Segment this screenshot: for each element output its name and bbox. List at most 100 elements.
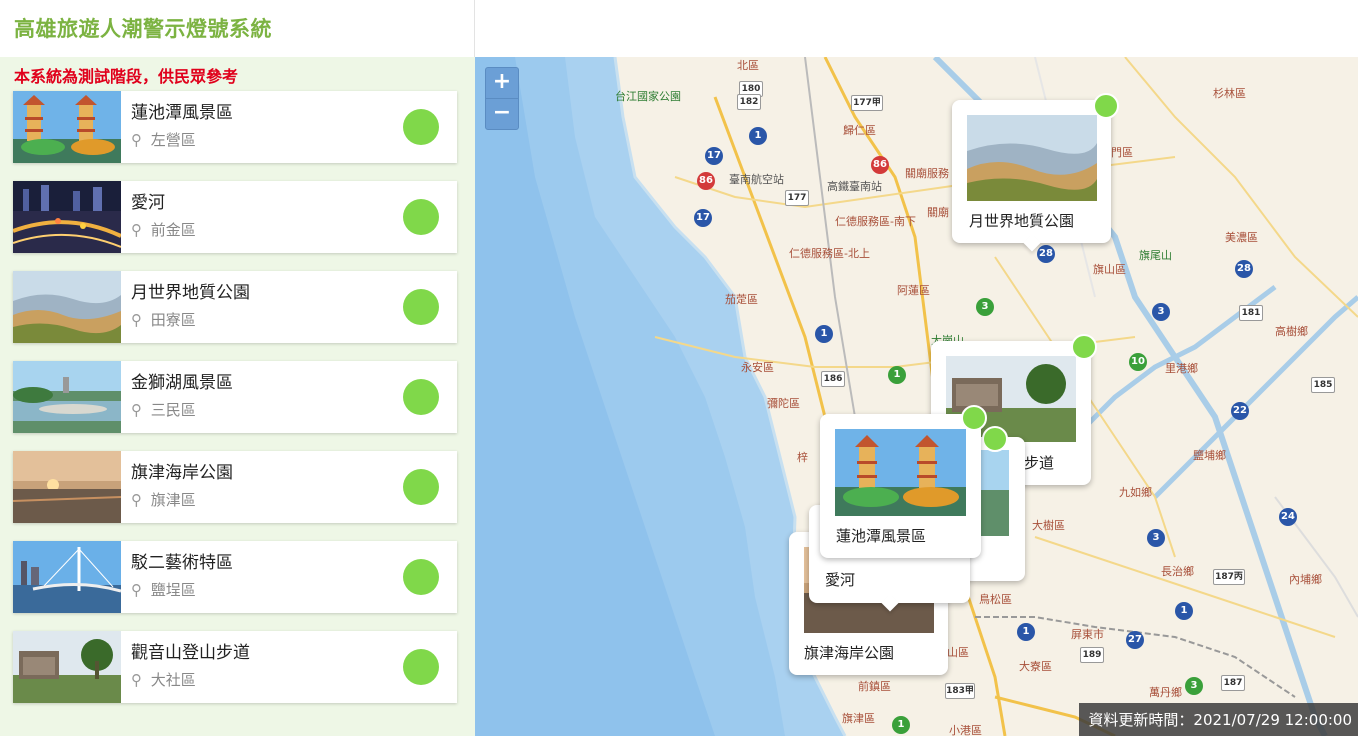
spot-name: 旗津海岸公園 [131, 463, 233, 483]
district-label: 鹽埕區 [150, 581, 196, 599]
crowd-status-marker[interactable] [1071, 334, 1097, 360]
freeway-22-icon: 22 [1231, 402, 1249, 420]
header-divider [474, 0, 475, 57]
spot-card-guanyin-mountain[interactable]: 觀音山登山步道 ⚲ 大社區 [13, 631, 457, 703]
spot-name: 金獅湖風景區 [131, 373, 233, 393]
crowd-status-marker[interactable] [961, 405, 987, 431]
popup-label: 旗津海岸公園 [804, 644, 895, 662]
crowd-status-light [403, 109, 439, 145]
map-label-neimen: 門區 [1111, 146, 1133, 159]
spot-card-cijin-coast[interactable]: 旗津海岸公園 ⚲ 旗津區 [13, 451, 457, 523]
spot-card-jinshi-lake[interactable]: 金獅湖風景區 ⚲ 三民區 [13, 361, 457, 433]
map-view[interactable]: 台江國家公園 臺南航空站 高鐵臺南站 仁德服務區-南下 仁德服務區-北上 歸仁區… [475, 57, 1358, 736]
freeway-1-icon: 1 [1017, 623, 1035, 641]
popup-photo [967, 115, 1097, 201]
zoom-out-button[interactable]: − [486, 98, 518, 129]
freeway-17-icon: 17 [694, 209, 712, 227]
spot-card-lotus-pond[interactable]: 蓮池潭風景區 ⚲ 左營區 [13, 91, 457, 163]
map-popup-moon-world[interactable]: 月世界地質公園 [952, 93, 1119, 252]
map-label-guanmiao-svc: 關廟服務 [905, 167, 949, 180]
spot-thumbnail [13, 271, 121, 343]
map-label-shanlin: 杉林區 [1213, 87, 1246, 100]
last-updated: 資料更新時間：2021/07/29 12:00:00 [1079, 703, 1358, 736]
district-label: 左營區 [150, 131, 196, 149]
route-183a: 183甲 [945, 683, 975, 699]
zoom-in-button[interactable]: + [486, 68, 518, 98]
district-label: 旗津區 [150, 491, 196, 509]
crowd-status-light [403, 289, 439, 325]
map-pin-icon: ⚲ [131, 221, 142, 239]
spot-card-pier2[interactable]: 駁二藝術特區 ⚲ 鹽埕區 [13, 541, 457, 613]
spot-thumbnail [13, 541, 121, 613]
crowd-status-marker[interactable] [982, 426, 1008, 452]
map-label-qianzhen: 前鎮區 [858, 680, 891, 693]
route-189: 189 [1080, 647, 1104, 663]
map-label-guanmiao: 關廟 [927, 206, 949, 219]
freeway-1-icon: 1 [749, 127, 767, 145]
spot-district: ⚲ 田寮區 [131, 309, 196, 330]
map-label-gaoshu: 高樹鄉 [1275, 325, 1308, 338]
spot-card-love-river[interactable]: 愛河 ⚲ 前金區 [13, 181, 457, 253]
popup-label: 月世界地質公園 [969, 212, 1075, 230]
spot-district: ⚲ 鹽埕區 [131, 579, 196, 600]
spot-district: ⚲ 三民區 [131, 399, 196, 420]
map-label-alian: 阿蓮區 [897, 284, 930, 297]
map-label-daliao: 大寮區 [1019, 660, 1052, 673]
spot-district: ⚲ 旗津區 [131, 489, 196, 510]
spot-district: ⚲ 左營區 [131, 129, 196, 150]
map-label-yongan: 永安區 [741, 361, 774, 374]
crowd-status-marker[interactable] [1093, 93, 1119, 119]
map-label-neipu: 內埔鄉 [1289, 573, 1322, 586]
map-label-jiuru: 九如鄉 [1119, 486, 1152, 499]
map-label-guiren: 歸仁區 [843, 124, 876, 137]
map-label-niaosong: 鳥松區 [979, 593, 1012, 606]
highway-10-icon: 10 [1129, 353, 1147, 371]
app-header: 高雄旅遊人潮警示燈號系統 [0, 0, 1358, 58]
map-label-qishan: 旗山區 [1093, 263, 1126, 276]
map-label-ligang: 里港鄉 [1165, 362, 1198, 375]
highway-86-icon: 86 [871, 156, 889, 174]
map-label-cijin-small: 旗津區 [842, 712, 875, 725]
map-label-yanpu: 鹽埔鄉 [1193, 449, 1226, 462]
crowd-status-light [403, 469, 439, 505]
route-187b: 187丙 [1213, 569, 1245, 585]
highway-86-icon: 86 [697, 172, 715, 190]
map-pin-icon: ⚲ [131, 401, 142, 419]
crowd-status-light [403, 559, 439, 595]
popup-label: 蓮池潭風景區 [836, 527, 927, 545]
map-label-qigu: 北區 [737, 59, 759, 72]
popup-label: 愛河 [825, 571, 856, 589]
map-popup-lotus-pond[interactable]: 蓮池潭風景區 [820, 405, 987, 558]
map-pin-icon: ⚲ [131, 671, 142, 689]
spot-name: 愛河 [131, 193, 165, 213]
spot-card-moon-world[interactable]: 月世界地質公園 ⚲ 田寮區 [13, 271, 457, 343]
crowd-status-light [403, 379, 439, 415]
map-label-changzhi: 長治鄉 [1161, 565, 1194, 578]
highway-3-icon: 3 [1185, 677, 1203, 695]
crowd-status-light [403, 199, 439, 235]
spot-district: ⚲ 前金區 [131, 219, 196, 240]
map-label-rende-north: 仁德服務區-北上 [789, 247, 870, 260]
spot-name: 蓮池潭風景區 [131, 103, 233, 123]
spot-name: 月世界地質公園 [131, 283, 250, 303]
highway-1-icon: 1 [892, 716, 910, 734]
route-182: 182 [737, 94, 761, 110]
map-label-taijiang: 台江國家公園 [615, 90, 681, 103]
freeway-17-icon: 17 [705, 147, 723, 165]
map-label-xiaogang: 小港區 [949, 724, 982, 736]
map-label-mituo: 彌陀區 [767, 397, 800, 410]
freeway-3-icon: 3 [1147, 529, 1165, 547]
spot-district: ⚲ 大社區 [131, 669, 196, 690]
freeway-28-icon: 28 [1037, 245, 1055, 263]
highway-3-icon: 3 [976, 298, 994, 316]
route-187: 187 [1221, 675, 1245, 691]
district-label: 三民區 [150, 401, 196, 419]
freeway-1-icon: 1 [815, 325, 833, 343]
map-label-pingtung: 屏東市 [1071, 628, 1104, 641]
route-186: 186 [821, 371, 845, 387]
zoom-control: + − [485, 67, 519, 130]
map-pin-icon: ⚲ [131, 491, 142, 509]
map-pin-icon: ⚲ [131, 131, 142, 149]
spot-name: 觀音山登山步道 [131, 643, 250, 663]
map-label-moding: 茄萣區 [725, 293, 758, 306]
